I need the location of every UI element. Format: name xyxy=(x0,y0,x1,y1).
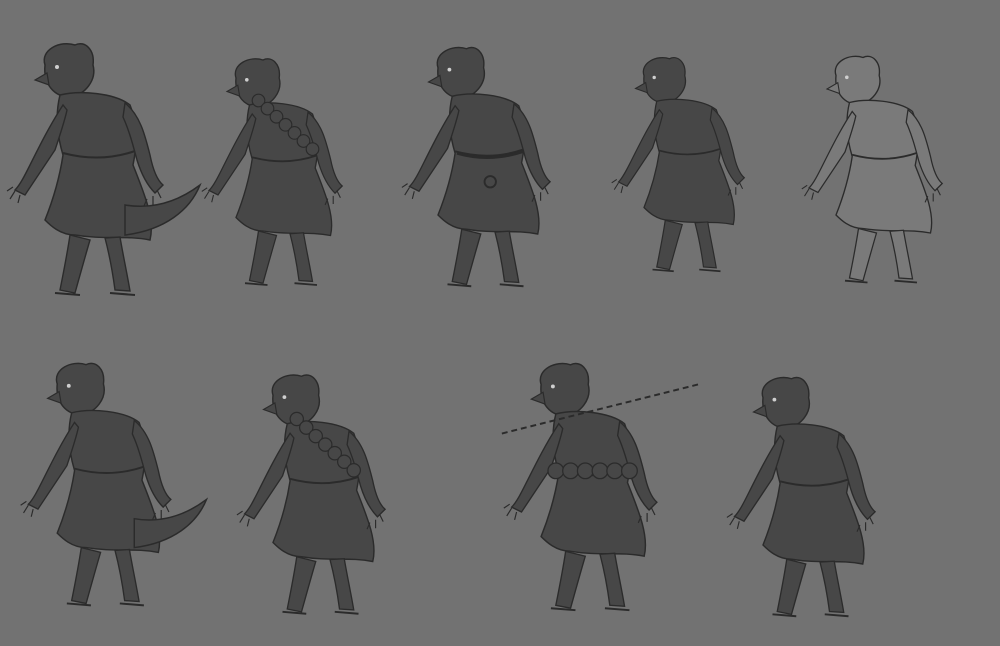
concept-art-sheet xyxy=(0,0,1000,646)
character-sketch-2 xyxy=(200,35,380,310)
character-sketch-6 xyxy=(5,355,225,615)
character-sketch-8 xyxy=(465,355,735,620)
character-sketch-7 xyxy=(235,360,425,630)
character-sketch-1 xyxy=(5,35,205,305)
character-sketch-9 xyxy=(725,360,915,635)
character-sketch-3 xyxy=(400,35,590,300)
character-sketch-5 xyxy=(800,30,980,310)
character-sketch-4 xyxy=(610,30,780,300)
